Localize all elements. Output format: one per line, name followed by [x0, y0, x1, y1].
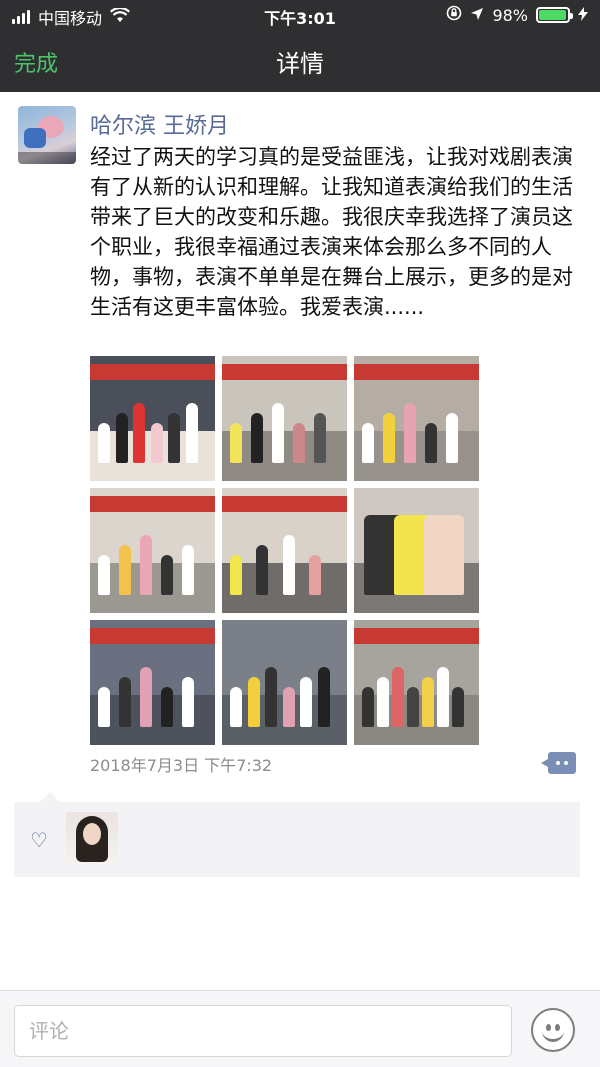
photo-audience[interactable]: [354, 620, 479, 745]
photo-hug[interactable]: [222, 356, 347, 481]
orientation-lock-icon: [446, 5, 462, 25]
author-name[interactable]: 哈尔滨 王娇月: [90, 108, 229, 140]
photo-hall[interactable]: [222, 620, 347, 745]
photo-exercise[interactable]: [90, 620, 215, 745]
post-text: 经过了两天的学习真的是受益匪浅，让我对戏剧表演有了从新的认识和理解。让我知道表演…: [90, 145, 573, 319]
photo-closeup[interactable]: [354, 488, 479, 613]
comment-bar: [0, 990, 600, 1067]
author-avatar[interactable]: [18, 106, 76, 164]
charging-icon: [578, 6, 588, 25]
status-right: 98%: [446, 5, 588, 25]
page-title: 详情: [276, 50, 324, 78]
comment-input[interactable]: [14, 1005, 512, 1057]
heart-icon: ♡: [30, 828, 48, 852]
top-bar: 中国移动 下午3:01 98% 完成 详情: [0, 0, 600, 92]
photo-grid: [90, 356, 480, 746]
photo-room[interactable]: [90, 488, 215, 613]
post-timestamp: 2018年7月3日 下午7:32: [90, 756, 273, 775]
photo-group[interactable]: [90, 356, 215, 481]
likes-panel: ♡: [14, 792, 580, 877]
emoji-icon[interactable]: [531, 1008, 575, 1052]
location-icon: [470, 6, 484, 25]
photo-hug-2[interactable]: [222, 488, 347, 613]
battery-percent: 98%: [492, 5, 528, 25]
photo-activity[interactable]: [354, 356, 479, 481]
liker-avatar[interactable]: [66, 812, 118, 864]
comment-menu-icon[interactable]: [541, 752, 576, 774]
battery-icon: [536, 7, 573, 23]
nav-bar: 完成 详情: [0, 30, 600, 92]
status-bar: 中国移动 下午3:01 98%: [0, 0, 600, 30]
